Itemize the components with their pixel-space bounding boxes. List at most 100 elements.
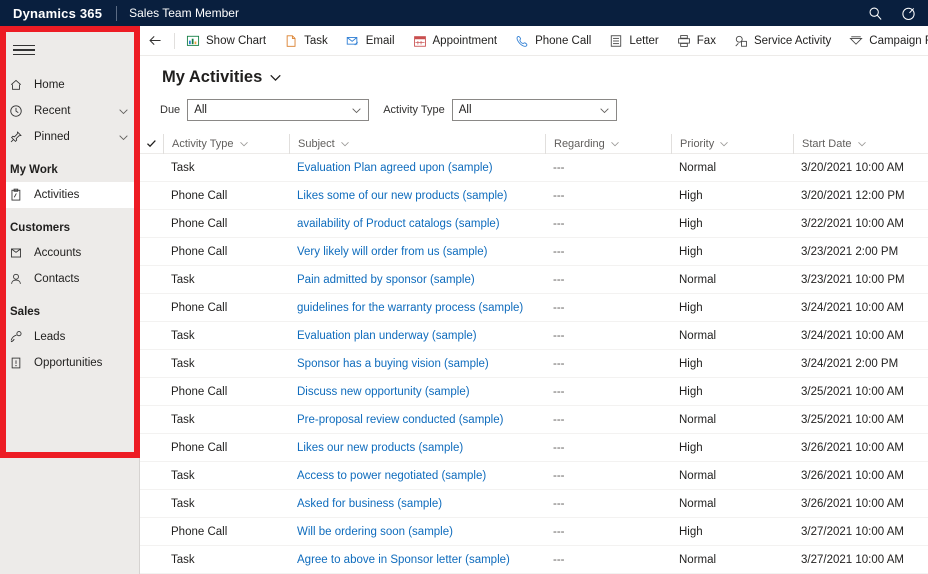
cell-subject-link[interactable]: Access to power negotiated (sample) — [289, 470, 545, 482]
table-row[interactable]: Task Pain admitted by sponsor (sample) ---… — [140, 266, 928, 294]
table-row[interactable]: Task Sponsor has a buying vision (sample)… — [140, 350, 928, 378]
cell-activity-type: Phone Call — [171, 441, 228, 454]
cell-start-date: 3/26/2021 10:00 AM — [801, 441, 904, 454]
grid-body: Task Evaluation Plan agreed upon (sample)… — [140, 154, 928, 574]
chevron-down-icon[interactable] — [118, 106, 139, 117]
cell-subject-link[interactable]: Likes some of our new products (sample) — [289, 190, 545, 202]
cell-priority: High — [679, 217, 703, 230]
cell-subject-link[interactable]: Evaluation Plan agreed upon (sample) — [289, 162, 545, 174]
cell-subject-link[interactable]: Pre-proposal review conducted (sample) — [289, 414, 545, 426]
due-filter-select[interactable]: All — [187, 99, 370, 121]
opportunity-icon — [9, 356, 27, 370]
cell-priority: Normal — [679, 161, 717, 174]
command-label: Letter — [629, 34, 659, 47]
table-row[interactable]: Phone Call Likes our new products (sample… — [140, 434, 928, 462]
topbar-actions — [868, 6, 928, 21]
cell-subject-link[interactable]: Pain admitted by sponsor (sample) — [289, 274, 545, 286]
table-row[interactable]: Phone Call Likes some of our new products… — [140, 182, 928, 210]
cell-priority: Normal — [679, 413, 717, 426]
activities-icon — [9, 188, 27, 202]
cell-subject-link[interactable]: guidelines for the warranty process (sam… — [289, 302, 545, 314]
target-circle-icon[interactable] — [901, 6, 916, 21]
column-header-start-date[interactable]: Start Date — [793, 133, 927, 154]
chevron-down-icon[interactable] — [605, 139, 620, 149]
sidebar-item-opportunities[interactable]: Opportunities — [0, 350, 139, 376]
chevron-down-icon[interactable] — [852, 139, 867, 149]
chevron-down-icon[interactable] — [714, 139, 729, 149]
sidebar-item-activities[interactable]: Activities — [0, 182, 139, 208]
cell-subject-link[interactable]: Agree to above in Sponsor letter (sample… — [289, 554, 545, 566]
chevron-down-icon[interactable] — [269, 71, 282, 84]
sidebar-group-title: Customers — [10, 222, 71, 234]
appointment-button[interactable]: Appointment — [404, 26, 507, 55]
leads-icon — [9, 330, 27, 344]
fax-button[interactable]: Fax — [668, 26, 725, 55]
due-filter-label: Due — [160, 104, 181, 116]
sidebar-item-recent[interactable]: Recent — [0, 98, 139, 124]
table-row[interactable]: Task Evaluation plan underway (sample) ---… — [140, 322, 928, 350]
chevron-down-icon[interactable] — [345, 105, 362, 116]
cell-start-date: 3/25/2021 10:00 AM — [801, 385, 904, 398]
task-button[interactable]: Task — [275, 26, 337, 55]
table-row[interactable]: Phone Call guidelines for the warranty pr… — [140, 294, 928, 322]
chevron-down-icon[interactable] — [335, 139, 350, 149]
column-header-priority[interactable]: Priority — [671, 133, 793, 154]
campaign-response-icon — [849, 34, 863, 48]
view-selector[interactable]: My Activities — [140, 56, 928, 87]
table-row[interactable]: Task Access to power negotiated (sample) -… — [140, 462, 928, 490]
table-row[interactable]: Phone Call Will be ordering soon (sample)… — [140, 518, 928, 546]
cell-activity-type: Task — [171, 273, 195, 286]
activity-type-filter-value: All — [458, 104, 472, 116]
brand-separator — [116, 5, 118, 21]
phone-call-button[interactable]: Phone Call — [506, 26, 600, 55]
cell-activity-type: Task — [171, 413, 195, 426]
cell-subject-link[interactable]: Sponsor has a buying vision (sample) — [289, 358, 545, 370]
sidebar-item-accounts[interactable]: Accounts — [0, 240, 139, 266]
cell-subject-link[interactable]: Asked for business (sample) — [289, 498, 545, 510]
cell-activity-type: Task — [171, 553, 195, 566]
cell-subject-link[interactable]: Discuss new opportunity (sample) — [289, 386, 545, 398]
cell-start-date: 3/23/2021 2:00 PM — [801, 245, 899, 258]
chevron-down-icon[interactable] — [118, 132, 139, 143]
column-header-activity-type[interactable]: Activity Type — [163, 133, 289, 154]
cell-start-date: 3/22/2021 10:00 AM — [801, 217, 904, 230]
cell-regarding: --- — [553, 189, 565, 202]
cell-subject-link[interactable]: Very likely will order from us (sample) — [289, 246, 545, 258]
campaign-response-button[interactable]: Campaign Response — [840, 26, 928, 55]
cell-subject-link[interactable]: Evaluation plan underway (sample) — [289, 330, 545, 342]
table-row[interactable]: Phone Call Discuss new opportunity (sampl… — [140, 378, 928, 406]
table-row[interactable]: Task Evaluation Plan agreed upon (sample)… — [140, 154, 928, 182]
table-row[interactable]: Task Pre-proposal review conducted (sampl… — [140, 406, 928, 434]
table-row[interactable]: Task Asked for business (sample) --- Normal… — [140, 490, 928, 518]
show-chart-button[interactable]: Show Chart — [177, 26, 275, 55]
table-row[interactable]: Phone Call availability of Product catalo… — [140, 210, 928, 238]
chevron-down-icon[interactable] — [234, 139, 249, 149]
sidebar-item-leads[interactable]: Leads — [0, 324, 139, 350]
cell-subject-link[interactable]: Likes our new products (sample) — [289, 442, 545, 454]
cell-priority: High — [679, 245, 703, 258]
sidebar-item-home[interactable]: Home — [0, 72, 139, 98]
cell-start-date: 3/23/2021 10:00 PM — [801, 273, 905, 286]
table-row[interactable]: Task Agree to above in Sponsor letter (sa… — [140, 546, 928, 574]
sidebar-item-label: Leads — [34, 331, 66, 343]
sidebar-item-pinned[interactable]: Pinned — [0, 124, 139, 150]
email-button[interactable]: Email — [337, 26, 404, 55]
service-activity-button[interactable]: Service Activity — [725, 26, 840, 55]
hamburger-menu-icon[interactable] — [8, 34, 40, 66]
sidebar-item-contacts[interactable]: Contacts — [0, 266, 139, 292]
cell-subject-link[interactable]: availability of Product catalogs (sample… — [289, 218, 545, 230]
activity-type-filter-select[interactable]: All — [451, 99, 617, 121]
cell-regarding: --- — [553, 245, 565, 258]
table-row[interactable]: Phone Call Very likely will order from us… — [140, 238, 928, 266]
letter-button[interactable]: Letter — [600, 26, 667, 55]
column-header-subject[interactable]: Subject — [289, 133, 545, 154]
cell-subject-link[interactable]: Will be ordering soon (sample) — [289, 526, 545, 538]
column-header-regarding[interactable]: Regarding — [545, 133, 671, 154]
select-all-checkmark-icon[interactable] — [140, 138, 163, 149]
cell-activity-type: Phone Call — [171, 189, 228, 202]
cell-regarding: --- — [553, 469, 565, 482]
chevron-down-icon[interactable] — [593, 105, 610, 116]
search-icon[interactable] — [868, 6, 883, 21]
activities-grid: Activity Type Subject Regarding Priority… — [140, 133, 928, 574]
back-arrow-icon[interactable] — [140, 26, 170, 55]
